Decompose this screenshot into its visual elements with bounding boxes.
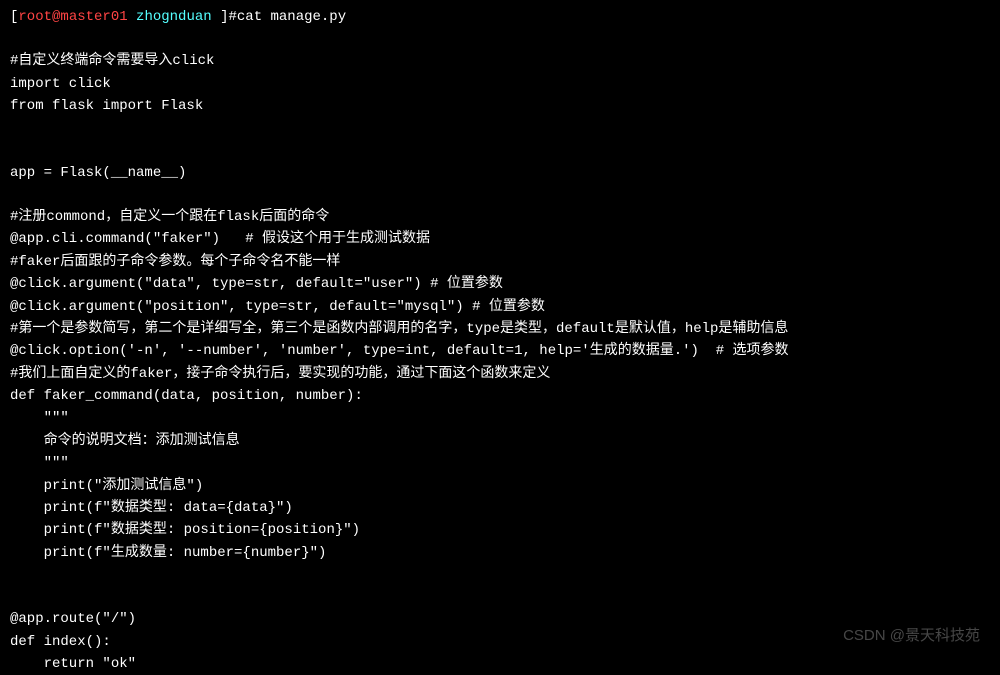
code-line: from flask import Flask — [10, 95, 990, 117]
code-line: app = Flask(__name__) — [10, 162, 990, 184]
code-line: return "ok" — [10, 653, 990, 675]
code-comment: #注册commond，自定义一个跟在flask后面的命令 — [10, 206, 990, 228]
code-line: def faker_command(data, position, number… — [10, 385, 990, 407]
code-line: @app.cli.command("faker") # 假设这个用于生成测试数据 — [10, 228, 990, 250]
code-line: 命令的说明文档：添加测试信息 — [10, 430, 990, 452]
terminal-output: [root@master01 zhognduan ]#cat manage.py… — [10, 6, 990, 675]
prompt-dir: zhognduan — [136, 9, 212, 25]
code-line: print(f"数据类型: position={position}") — [10, 519, 990, 541]
code-line — [10, 118, 990, 140]
prompt-line: [root@master01 zhognduan ]#cat manage.py — [10, 6, 990, 28]
code-line: @click.option('-n', '--number', 'number'… — [10, 340, 990, 362]
code-line: @click.argument("data", type=str, defaul… — [10, 273, 990, 295]
prompt-user: root — [18, 9, 52, 25]
code-line — [10, 586, 990, 608]
code-line: """ — [10, 452, 990, 474]
code-line: print(f"生成数量: number={number}") — [10, 542, 990, 564]
watermark-text: CSDN @景天科技苑 — [843, 624, 980, 648]
code-comment: #我们上面自定义的faker，接子命令执行后，要实现的功能，通过下面这个函数来定… — [10, 363, 990, 385]
code-line: import click — [10, 73, 990, 95]
prompt-host: master01 — [60, 9, 127, 25]
bracket-close: ]# — [220, 9, 237, 25]
code-comment: #自定义终端命令需要导入click — [10, 50, 990, 72]
code-line — [10, 140, 990, 162]
code-comment: #faker后面跟的子命令参数。每个子命令名不能一样 — [10, 251, 990, 273]
code-line: print(f"数据类型: data={data}") — [10, 497, 990, 519]
code-line: @click.argument("position", type=str, de… — [10, 296, 990, 318]
code-line — [10, 28, 990, 50]
prompt-command: cat manage.py — [237, 9, 346, 25]
code-line: print("添加测试信息") — [10, 475, 990, 497]
code-comment: #第一个是参数简写，第二个是详细写全，第三个是函数内部调用的名字，type是类型… — [10, 318, 990, 340]
code-line: """ — [10, 407, 990, 429]
code-line — [10, 184, 990, 206]
code-line — [10, 564, 990, 586]
